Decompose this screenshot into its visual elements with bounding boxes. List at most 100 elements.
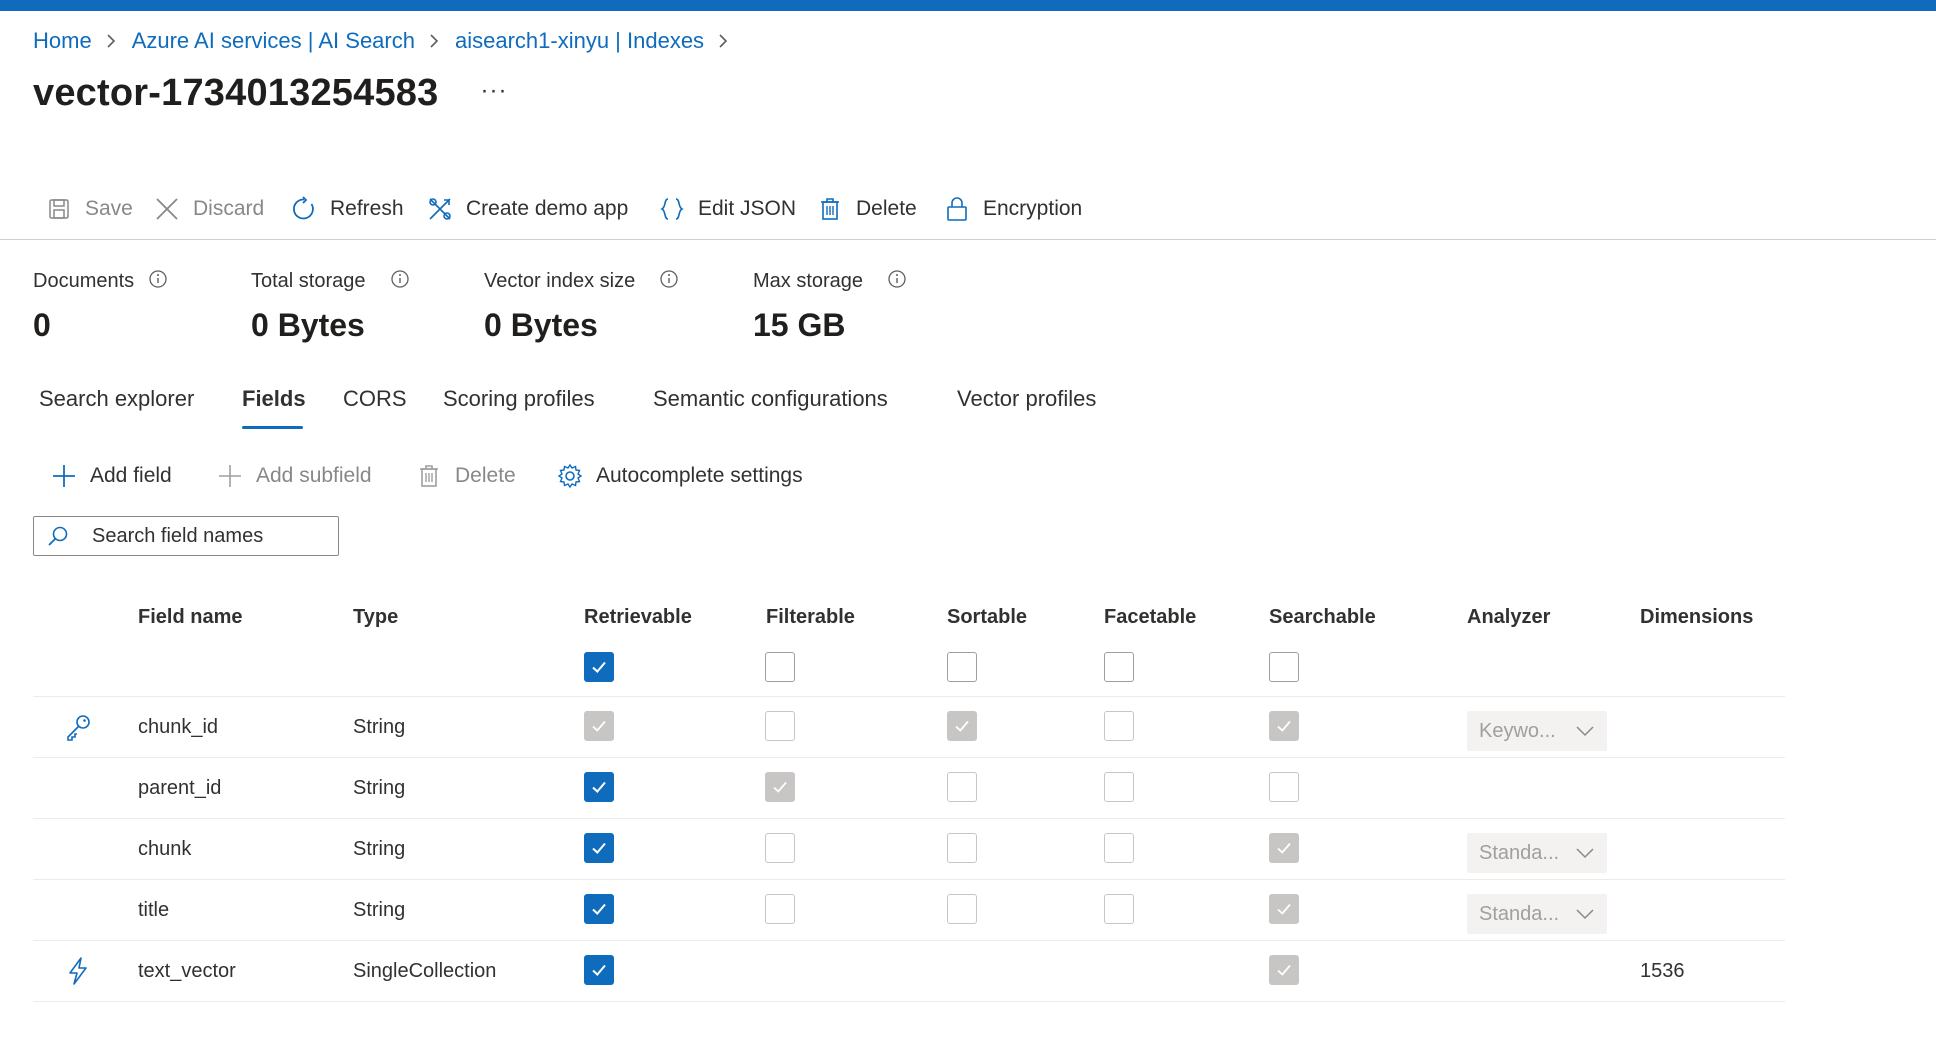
create-demo-app-label: Create demo app [466,197,629,220]
filterable-checkbox[interactable] [765,772,795,802]
retrievable-checkbox[interactable] [584,711,614,741]
sortable-checkbox[interactable] [947,833,977,863]
refresh-label: Refresh [330,197,404,220]
plus-icon [50,462,78,490]
column-header-field-name[interactable]: Field name [138,606,242,629]
tab-search-explorer[interactable]: Search explorer [39,386,194,412]
breadcrumb-indexes[interactable]: aisearch1-xinyu | Indexes [455,28,704,54]
table-row[interactable]: text_vector SingleCollection 1536 [33,941,1785,1002]
info-icon[interactable] [659,269,679,289]
table-row[interactable]: chunk_id String Keywo... [33,697,1785,758]
discard-button[interactable]: Discard [153,188,264,230]
gear-icon [556,462,584,490]
page-title: vector-1734013254583 [33,72,439,114]
searchable-checkbox[interactable] [1269,955,1299,985]
searchable-checkbox[interactable] [1269,772,1299,802]
column-header-dimensions[interactable]: Dimensions [1640,606,1753,629]
analyzer-dropdown[interactable]: Keywo... [1467,711,1607,751]
column-header-retrievable[interactable]: Retrievable [584,606,692,629]
delete-button[interactable]: Delete [816,188,917,230]
field-name[interactable]: chunk [138,819,191,879]
create-demo-app-button[interactable]: Create demo app [426,188,628,230]
add-field-button[interactable]: Add field [50,455,172,497]
delete-label: Delete [455,464,516,487]
facetable-checkbox[interactable] [1104,772,1134,802]
tab-cors[interactable]: CORS [343,386,407,412]
select-all-facetable-checkbox[interactable] [1104,652,1134,682]
stat-label: Total storage [251,270,366,292]
column-header-facetable[interactable]: Facetable [1104,606,1196,629]
column-header-sortable[interactable]: Sortable [947,606,1027,629]
sortable-checkbox[interactable] [947,772,977,802]
tab-fields[interactable]: Fields [242,386,306,412]
column-header-type[interactable]: Type [353,606,398,629]
tab-vector-profiles[interactable]: Vector profiles [957,386,1096,412]
column-header-analyzer[interactable]: Analyzer [1467,606,1550,629]
column-header-filterable[interactable]: Filterable [766,606,855,629]
field-type: SingleCollection [353,959,497,982]
encryption-button[interactable]: Encryption [943,188,1082,230]
delete-field-button[interactable]: Delete [415,455,516,497]
facetable-checkbox[interactable] [1104,894,1134,924]
title-row: vector-1734013254583 ··· [33,72,507,115]
edit-json-label: Edit JSON [698,197,797,220]
filterable-checkbox[interactable] [765,894,795,924]
field-name[interactable]: title [138,880,169,940]
tab-semantic-configurations[interactable]: Semantic configurations [653,386,888,412]
analyzer-dropdown[interactable]: Standa... [1467,894,1607,934]
sortable-checkbox[interactable] [947,894,977,924]
field-type: String [353,898,406,921]
retrievable-checkbox[interactable] [584,772,614,802]
add-subfield-button[interactable]: Add subfield [216,455,372,497]
stat-value: 0 Bytes [484,307,598,343]
autocomplete-settings-button[interactable]: Autocomplete settings [556,455,803,497]
plus-icon [216,462,244,490]
save-button[interactable]: Save [45,188,133,230]
stat-vector-index-size: Vector index size 0 Bytes [484,269,679,344]
select-all-retrievable-checkbox[interactable] [584,652,614,682]
retrievable-checkbox[interactable] [584,894,614,924]
tab-scoring-profiles[interactable]: Scoring profiles [443,386,595,412]
edit-json-button[interactable]: Edit JSON [658,188,796,230]
more-options-button[interactable]: ··· [480,77,507,105]
facetable-checkbox[interactable] [1104,833,1134,863]
table-row[interactable]: chunk String Standa... [33,819,1785,880]
search-icon [46,523,72,549]
select-all-filterable-checkbox[interactable] [765,652,795,682]
field-name[interactable]: chunk_id [138,697,218,757]
info-icon[interactable] [148,269,168,289]
field-type: String [353,776,406,799]
searchable-checkbox[interactable] [1269,711,1299,741]
searchable-checkbox[interactable] [1269,833,1299,863]
chevron-right-icon [717,33,729,49]
column-header-searchable[interactable]: Searchable [1269,606,1376,629]
key-icon [63,697,93,757]
braces-icon [658,195,686,223]
info-icon[interactable] [887,269,907,289]
analyzer-dropdown[interactable]: Standa... [1467,833,1607,873]
refresh-icon [290,195,318,223]
searchable-checkbox[interactable] [1269,894,1299,924]
field-name[interactable]: parent_id [138,758,221,818]
refresh-button[interactable]: Refresh [290,188,404,230]
encryption-label: Encryption [983,197,1083,220]
breadcrumb-home[interactable]: Home [33,28,92,54]
retrievable-checkbox[interactable] [584,833,614,863]
table-row[interactable]: parent_id String [33,758,1785,819]
sortable-checkbox[interactable] [947,711,977,741]
select-all-sortable-checkbox[interactable] [947,652,977,682]
select-all-searchable-checkbox[interactable] [1269,652,1299,682]
top-accent-bar [0,0,1936,11]
filterable-checkbox[interactable] [765,833,795,863]
trash-icon [816,195,844,223]
table-row[interactable]: title String Standa... [33,880,1785,941]
save-label: Save [85,197,133,220]
search-input[interactable] [92,524,322,548]
info-icon[interactable] [390,269,410,289]
filterable-checkbox[interactable] [765,711,795,741]
breadcrumb-ai-search[interactable]: Azure AI services | AI Search [132,28,415,54]
field-name[interactable]: text_vector [138,941,236,1001]
facetable-checkbox[interactable] [1104,711,1134,741]
retrievable-checkbox[interactable] [584,955,614,985]
chevron-right-icon [105,33,117,49]
